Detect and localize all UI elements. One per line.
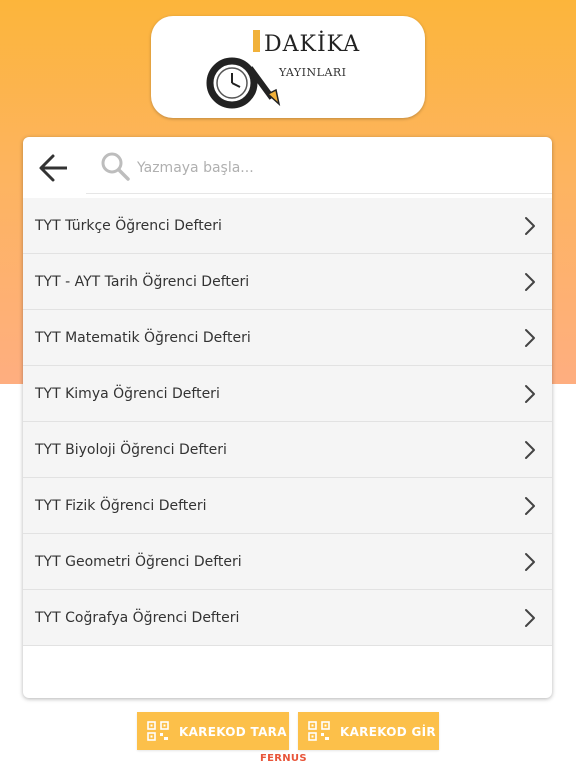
book-list: TYT Türkçe Öğrenci Defteri TYT - AYT Tari… bbox=[23, 198, 552, 646]
list-item[interactable]: TYT Biyoloji Öğrenci Defteri bbox=[23, 422, 552, 478]
search-bar bbox=[23, 137, 552, 197]
list-item[interactable]: TYT Kimya Öğrenci Defteri bbox=[23, 366, 552, 422]
list-item[interactable]: TYT Türkçe Öğrenci Defteri bbox=[23, 198, 552, 254]
back-arrow-icon[interactable] bbox=[37, 151, 71, 185]
chevron-right-icon bbox=[525, 497, 535, 515]
brand-subtitle: YAYINLARI bbox=[279, 66, 347, 79]
list-item-label: TYT Biyoloji Öğrenci Defteri bbox=[35, 442, 227, 458]
chevron-right-icon bbox=[525, 553, 535, 571]
chevron-right-icon bbox=[525, 441, 535, 459]
list-item-label: TYT Fizik Öğrenci Defteri bbox=[35, 498, 207, 514]
qr-code-icon bbox=[308, 721, 330, 741]
list-item[interactable]: TYT - AYT Tarih Öğrenci Defteri bbox=[23, 254, 552, 310]
book-list-panel: TYT Türkçe Öğrenci Defteri TYT - AYT Tari… bbox=[23, 137, 552, 698]
search-icon bbox=[101, 152, 130, 181]
list-item[interactable]: TYT Matematik Öğrenci Defteri bbox=[23, 310, 552, 366]
logo-card: DAKİKA YAYINLARI bbox=[151, 16, 425, 118]
list-item-label: TYT Türkçe Öğrenci Defteri bbox=[35, 218, 222, 234]
search-input[interactable] bbox=[135, 149, 539, 187]
chevron-right-icon bbox=[525, 385, 535, 403]
enter-qr-button[interactable]: KAREKOD GİR bbox=[298, 712, 439, 750]
list-item[interactable]: TYT Fizik Öğrenci Defteri bbox=[23, 478, 552, 534]
list-item-label: TYT - AYT Tarih Öğrenci Defteri bbox=[35, 274, 250, 290]
enter-qr-label: KAREKOD GİR bbox=[340, 725, 436, 739]
footer-brand: FERNUS bbox=[260, 753, 307, 764]
chevron-right-icon bbox=[525, 273, 535, 291]
list-item-label: TYT Matematik Öğrenci Defteri bbox=[35, 330, 251, 346]
list-item-label: TYT Kimya Öğrenci Defteri bbox=[35, 386, 220, 402]
list-item-label: TYT Geometri Öğrenci Defteri bbox=[35, 554, 242, 570]
list-item-label: TYT Coğrafya Öğrenci Defteri bbox=[35, 610, 240, 626]
chevron-right-icon bbox=[525, 609, 535, 627]
chevron-right-icon bbox=[525, 329, 535, 347]
chevron-right-icon bbox=[525, 217, 535, 235]
search-underline bbox=[86, 193, 552, 194]
list-item[interactable]: TYT Coğrafya Öğrenci Defteri bbox=[23, 590, 552, 646]
scan-qr-label: KAREKOD TARA bbox=[179, 725, 287, 739]
scan-qr-button[interactable]: KAREKOD TARA bbox=[137, 712, 289, 750]
brand-title: DAKİKA bbox=[264, 32, 361, 57]
list-item[interactable]: TYT Geometri Öğrenci Defteri bbox=[23, 534, 552, 590]
qr-code-icon bbox=[147, 721, 169, 741]
